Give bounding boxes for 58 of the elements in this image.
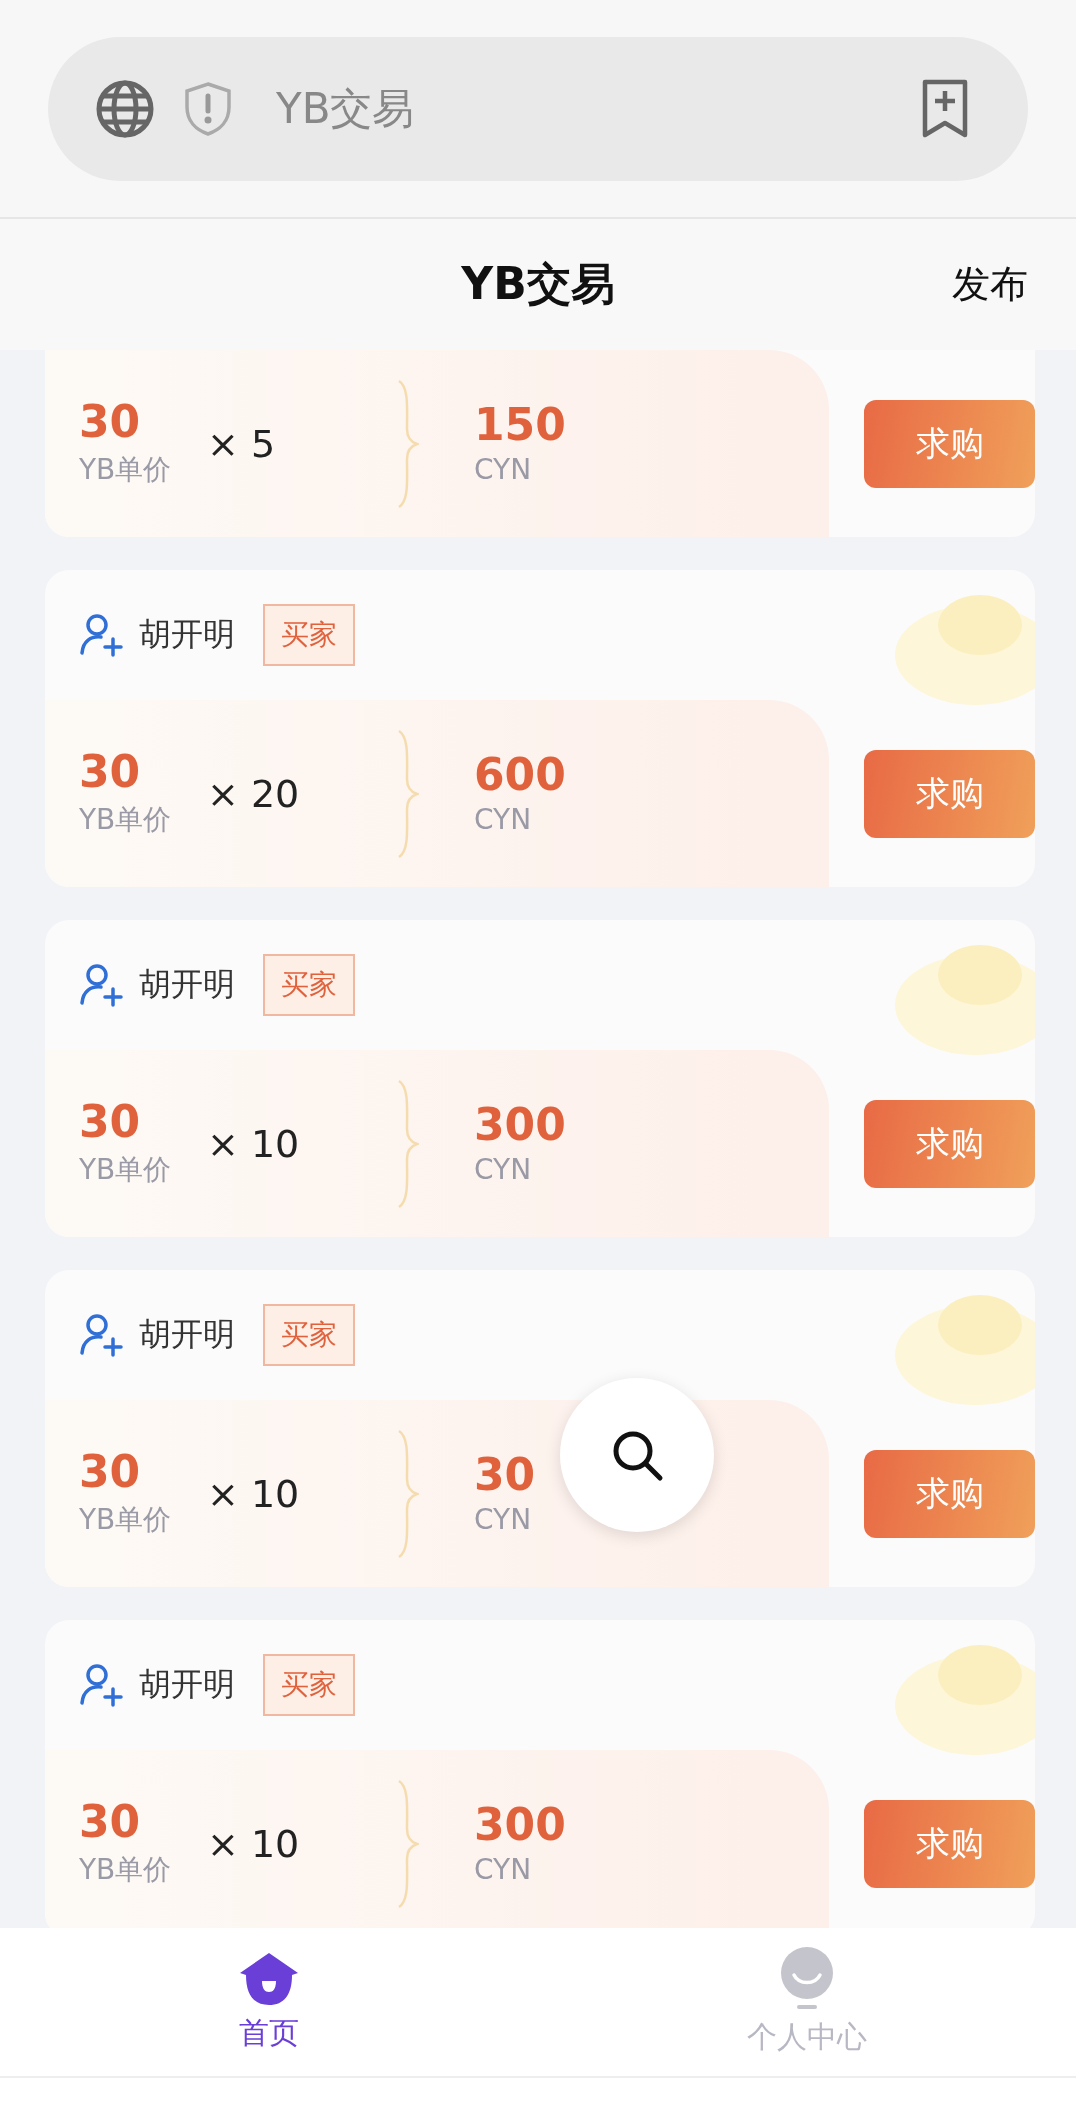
address-text: YB交易 <box>276 82 416 135</box>
total-amount: 300 <box>474 1100 566 1150</box>
shield-icon <box>184 80 232 137</box>
price-label: YB单价 <box>79 801 173 838</box>
brace-icon <box>397 378 419 509</box>
globe-icon[interactable] <box>96 79 154 138</box>
bookmark-add-icon[interactable] <box>922 78 968 139</box>
unit-price: 30 <box>79 1448 142 1497</box>
role-tag: 买家 <box>263 604 355 666</box>
currency-label: CYN <box>474 1153 533 1187</box>
total-amount: 600 <box>474 750 566 800</box>
price-label: YB单价 <box>79 451 173 488</box>
currency-label: CYN <box>474 1503 533 1537</box>
profile-icon <box>779 1946 835 2011</box>
currency-label: CYN <box>474 453 533 487</box>
unit-price: 30 <box>79 1098 142 1147</box>
role-tag: 买家 <box>263 1304 355 1366</box>
quantity: × 10 <box>207 1471 301 1516</box>
quantity: × 20 <box>207 771 301 816</box>
brace-icon <box>397 1778 419 1909</box>
currency-label: CYN <box>474 1853 533 1887</box>
role-tag: 买家 <box>263 1654 355 1716</box>
quantity: × 5 <box>207 421 277 466</box>
currency-label: CYN <box>474 803 533 837</box>
unit-price: 30 <box>79 1798 142 1847</box>
publish-link[interactable]: 发布 <box>952 259 1028 310</box>
buy-button[interactable]: 求购 <box>864 1449 1035 1538</box>
brace-icon <box>397 728 419 859</box>
total-amount: 150 <box>474 400 566 450</box>
nav-tab[interactable]: 个人中心 <box>538 1928 1076 2076</box>
quantity: × 10 <box>207 1821 301 1866</box>
add-user-icon <box>79 1663 125 1707</box>
user-name: 胡开明 <box>139 1314 235 1355</box>
quantity: × 10 <box>207 1121 301 1166</box>
nav-tab[interactable]: 首页 <box>0 1928 538 2076</box>
unit-price: 30 <box>79 398 142 447</box>
home-icon <box>238 1950 300 2007</box>
total-amount: 300 <box>474 1800 566 1850</box>
buy-button[interactable]: 求购 <box>864 399 1035 488</box>
add-user-icon <box>79 963 125 1007</box>
brace-icon <box>397 1428 419 1559</box>
user-name: 胡开明 <box>139 1664 235 1705</box>
price-label: YB单价 <box>79 1151 173 1188</box>
price-label: YB单价 <box>79 1851 173 1888</box>
brace-icon <box>397 1078 419 1209</box>
page-title: YB交易 <box>461 257 615 311</box>
role-tag: 买家 <box>263 954 355 1016</box>
address-bar[interactable]: YB交易 <box>48 36 1028 181</box>
unit-price: 30 <box>79 748 142 797</box>
buy-button[interactable]: 求购 <box>864 749 1035 838</box>
total-amount: 30 <box>474 1450 536 1500</box>
price-label: YB单价 <box>79 1501 173 1538</box>
buy-button[interactable]: 求购 <box>864 1099 1035 1188</box>
user-name: 胡开明 <box>139 614 235 655</box>
user-name: 胡开明 <box>139 964 235 1005</box>
buy-button[interactable]: 求购 <box>864 1799 1035 1888</box>
add-user-icon <box>79 1313 125 1357</box>
add-user-icon <box>79 613 125 657</box>
